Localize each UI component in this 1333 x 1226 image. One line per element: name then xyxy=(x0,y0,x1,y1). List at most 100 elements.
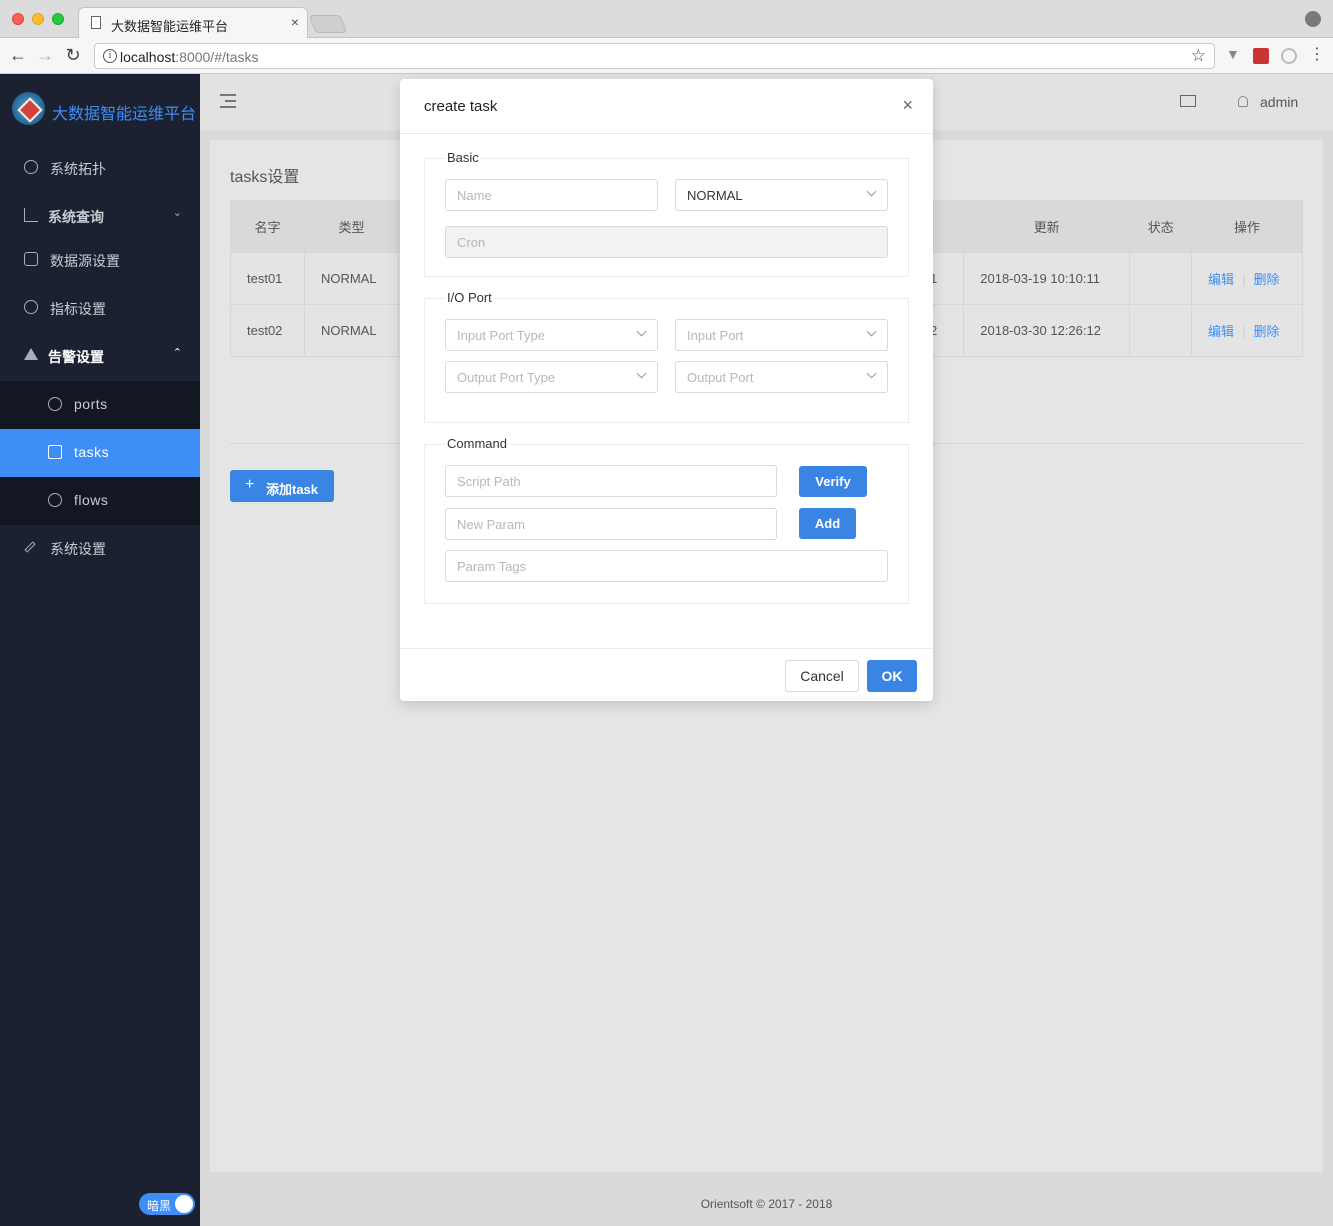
ok-button[interactable]: OK xyxy=(867,660,917,692)
cell-updated: 2018-03-19 10:10:11 xyxy=(963,252,1131,305)
tab-close-icon[interactable]: × xyxy=(291,14,299,30)
script-path-placeholder: Script Path xyxy=(457,474,521,489)
chevron-down-icon xyxy=(866,186,877,197)
new-param-input[interactable]: New Param xyxy=(445,508,777,540)
cell-actions: 编辑 | 删除 xyxy=(1191,252,1303,305)
sidebar-item-topology[interactable]: 系统拓扑 xyxy=(0,144,200,192)
delete-link[interactable]: 删除 xyxy=(1253,272,1279,287)
name-placeholder: Name xyxy=(457,188,492,203)
command-fieldset: Command Script Path Verify New Param Add… xyxy=(424,436,909,604)
user-name[interactable]: admin xyxy=(1260,94,1298,110)
output-port-placeholder: Output Port xyxy=(687,370,754,385)
param-tags-placeholder: Param Tags xyxy=(457,559,527,574)
profile-icon[interactable] xyxy=(1305,11,1321,27)
edit-link[interactable]: 编辑 xyxy=(1208,272,1234,287)
add-param-button[interactable]: Add xyxy=(799,508,856,539)
window-maximize-button[interactable] xyxy=(52,13,64,25)
browser-menu-icon[interactable]: ⋮ xyxy=(1309,44,1325,63)
column-header: 名字 xyxy=(230,200,305,253)
sidebar-item-tasks[interactable]: tasks xyxy=(0,429,200,477)
sidebar-item-alerts[interactable]: 告警设置 ⌃ xyxy=(0,332,200,380)
cron-input[interactable]: Cron xyxy=(445,226,888,258)
verify-button[interactable]: Verify xyxy=(799,466,867,497)
sidebar-item-datasource[interactable]: 数据源设置 xyxy=(0,236,200,284)
cell-status xyxy=(1129,252,1193,305)
io-port-fieldset: I/O Port Input Port Type Input Port Outp… xyxy=(424,290,909,423)
address-bar[interactable]: i localhost:8000/#/tasks ☆ xyxy=(94,43,1215,69)
footer: Orientsoft © 2017 - 2018 xyxy=(700,1197,833,1211)
delete-link[interactable]: 删除 xyxy=(1253,324,1279,339)
warning-icon xyxy=(24,348,38,360)
chevron-down-icon: ⌄ xyxy=(172,207,182,219)
output-port-type-placeholder: Output Port Type xyxy=(457,370,556,385)
sidebar-item-metrics[interactable]: 指标设置 xyxy=(0,284,200,332)
command-legend: Command xyxy=(445,436,509,451)
modal-footer: Cancel OK xyxy=(400,648,933,701)
window-close-button[interactable] xyxy=(12,13,24,25)
bookmark-star-icon[interactable]: ☆ xyxy=(1191,46,1206,66)
extension-circle-icon[interactable] xyxy=(1281,48,1297,64)
task-type-value: NORMAL xyxy=(687,188,743,203)
browser-tab[interactable]: 大数据智能运维平台 × xyxy=(78,7,308,38)
input-port-type-select[interactable]: Input Port Type xyxy=(445,319,658,351)
cell-type: NORMAL xyxy=(303,252,399,305)
document-icon xyxy=(91,16,101,29)
new-tab-button[interactable] xyxy=(308,15,348,33)
forward-button[interactable]: → xyxy=(35,45,55,66)
menu-collapse-icon[interactable] xyxy=(220,94,236,108)
site-info-icon[interactable]: i xyxy=(103,49,117,63)
cell-name: test02 xyxy=(230,304,305,357)
sidebar-item-label: flows xyxy=(74,492,109,508)
sidebar-item-flows[interactable]: flows xyxy=(0,477,200,525)
sidebar-item-label: 指标设置 xyxy=(50,301,106,317)
io-port-legend: I/O Port xyxy=(445,290,494,305)
mail-icon[interactable] xyxy=(1180,95,1196,107)
output-port-type-select[interactable]: Output Port Type xyxy=(445,361,658,393)
extension-red-icon[interactable] xyxy=(1253,48,1269,64)
new-param-placeholder: New Param xyxy=(457,517,525,532)
window-minimize-button[interactable] xyxy=(32,13,44,25)
url-text: localhost:8000/#/tasks xyxy=(120,49,259,65)
wrench-icon xyxy=(24,541,36,553)
sidebar-item-label: 系统查询 xyxy=(48,209,104,225)
cell-type: NORMAL xyxy=(303,304,399,357)
column-header: 状态 xyxy=(1129,200,1193,253)
add-task-button[interactable]: + 添加task xyxy=(230,470,334,502)
sidebar: 大数据智能运维平台 系统拓扑 系统查询 ⌄ 数据源设置 指标设置 告警设置 ⌃ xyxy=(0,74,200,1226)
task-type-select[interactable]: NORMAL xyxy=(675,179,888,211)
sidebar-item-ports[interactable]: ports xyxy=(0,381,200,429)
settings-icon xyxy=(24,300,38,314)
chevron-down-icon xyxy=(866,368,877,379)
user-icon[interactable] xyxy=(1238,96,1248,107)
dark-mode-label: 暗黑 xyxy=(147,1199,172,1213)
bar-chart-icon xyxy=(24,208,38,222)
sidebar-item-label: 告警设置 xyxy=(48,349,104,365)
script-path-input[interactable]: Script Path xyxy=(445,465,777,497)
close-icon[interactable]: × xyxy=(902,95,913,116)
sidebar-item-label: 系统拓扑 xyxy=(50,161,106,177)
sync-icon xyxy=(48,493,62,507)
output-port-select[interactable]: Output Port xyxy=(675,361,888,393)
cancel-button[interactable]: Cancel xyxy=(785,660,859,692)
name-input[interactable]: Name xyxy=(445,179,658,211)
add-task-label: 添加task xyxy=(266,482,319,497)
sidebar-item-system-settings[interactable]: 系统设置 xyxy=(0,524,200,572)
cell-name: test01 xyxy=(230,252,305,305)
input-port-type-placeholder: Input Port Type xyxy=(457,328,545,343)
sidebar-item-label: ports xyxy=(74,396,108,412)
param-tags-input[interactable]: Param Tags xyxy=(445,550,888,582)
sidebar-item-label: 数据源设置 xyxy=(50,253,120,269)
input-port-select[interactable]: Input Port xyxy=(675,319,888,351)
sidebar-item-query[interactable]: 系统查询 ⌄ xyxy=(0,192,200,240)
sidebar-item-label: tasks xyxy=(74,444,110,460)
database-icon xyxy=(24,252,38,266)
dark-mode-toggle[interactable]: 暗黑 xyxy=(139,1193,195,1215)
edit-link[interactable]: 编辑 xyxy=(1208,324,1234,339)
back-button[interactable]: ← xyxy=(8,45,28,66)
extension-vue-icon[interactable]: ▼ xyxy=(1226,46,1242,62)
cell-updated: 2018-03-30 12:26:12 xyxy=(963,304,1131,357)
reload-button[interactable]: ↻ xyxy=(63,45,83,66)
column-header: 操作 xyxy=(1191,200,1303,253)
brand-name: 大数据智能运维平台 xyxy=(52,106,197,123)
column-header: 类型 xyxy=(303,200,399,253)
